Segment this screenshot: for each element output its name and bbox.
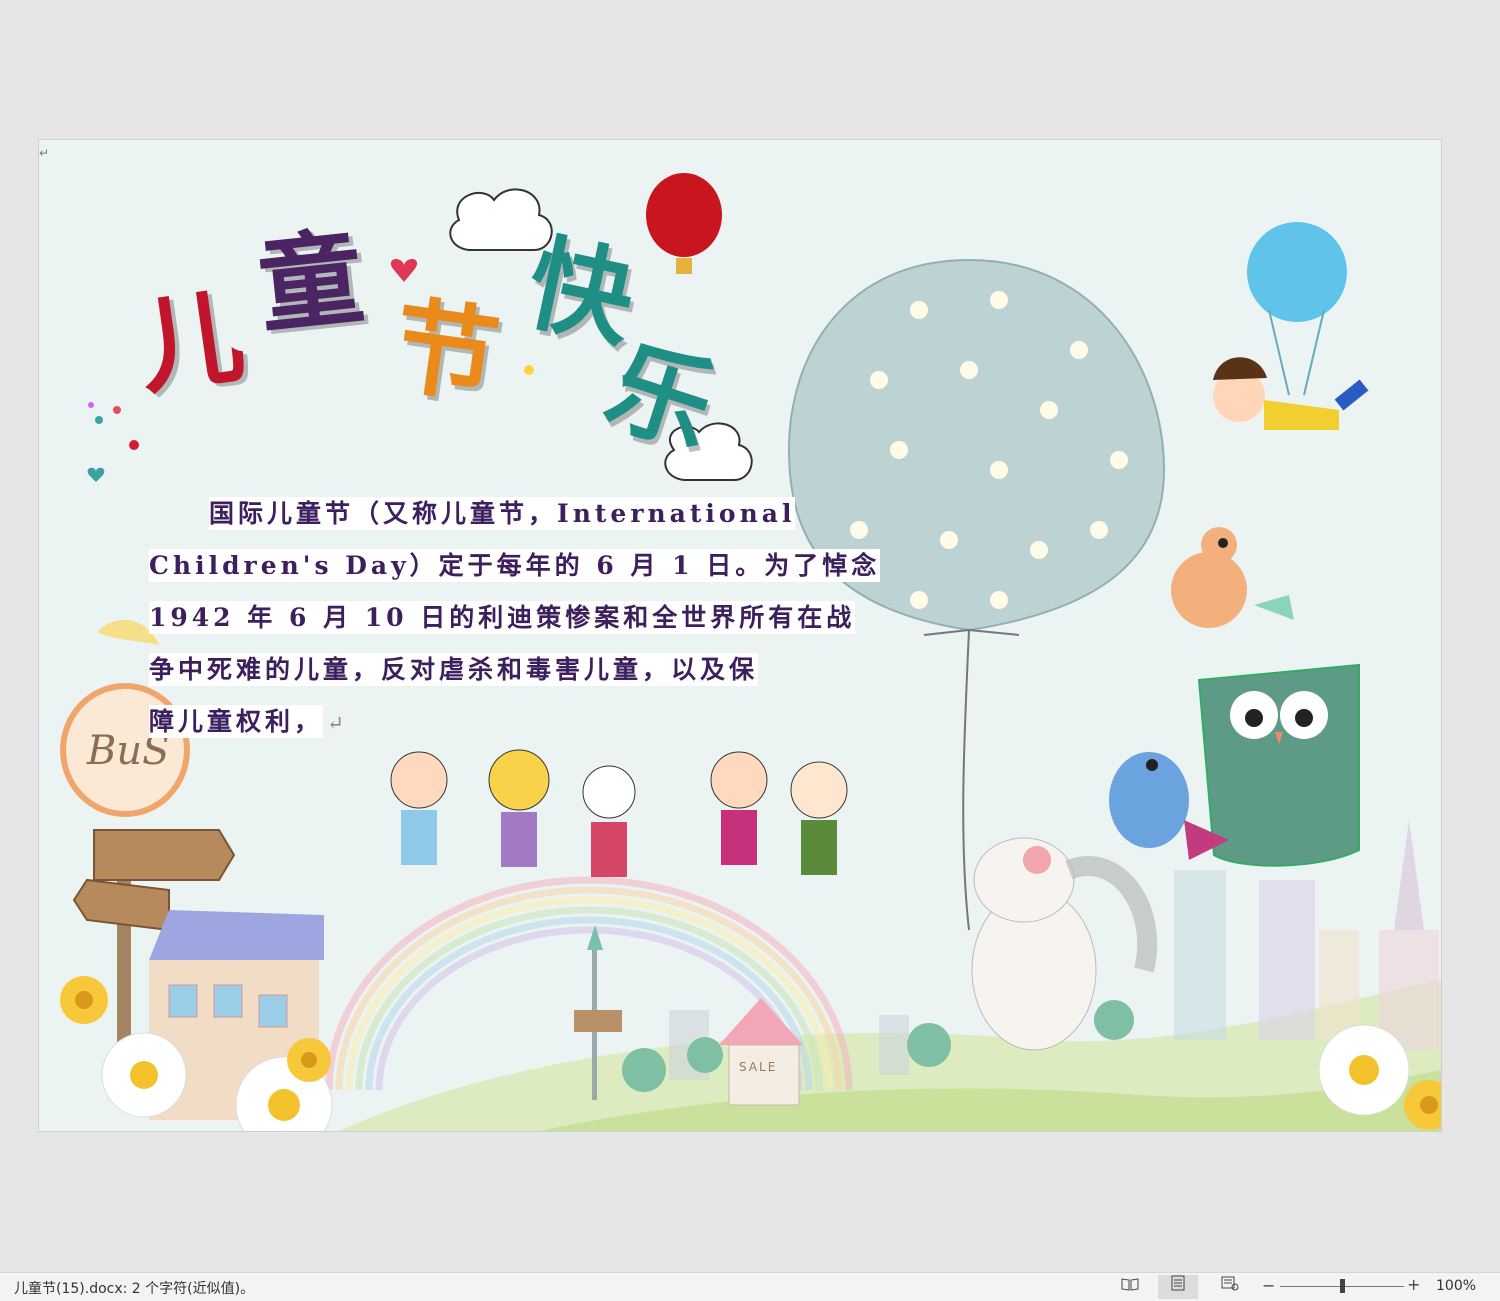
sale-sign-text: SALE: [739, 1060, 778, 1074]
status-bar: 儿童节(15).docx: 2 个字符(近似值)。 − + 100%: [0, 1272, 1500, 1301]
big-flower-balloon: [787, 258, 1166, 931]
dancing-kids: [390, 749, 848, 877]
title-char: 节: [386, 283, 507, 420]
body-line: 1942 年 6 月 10 日的利迪策惨案和全世界所有在战: [149, 601, 856, 634]
read-mode-button[interactable]: [1110, 1275, 1150, 1299]
title-char: 儿: [130, 273, 251, 410]
document-page[interactable]: ↵ BuS SALE 儿 童 节 快 乐 国际儿童节（又称儿童节，Interna…: [38, 139, 1442, 1132]
zoom-in-button[interactable]: +: [1407, 1275, 1420, 1294]
shop-house: [719, 998, 803, 1106]
page-title: 儿 童 节 快 乐: [39, 140, 799, 500]
zoom-level[interactable]: 100%: [1436, 1278, 1476, 1294]
paragraph-mark: ↵: [327, 711, 344, 735]
document-info[interactable]: 儿童节(15).docx: 2 个字符(近似值)。: [14, 1278, 254, 1298]
zoom-slider-thumb[interactable]: [1339, 1279, 1345, 1293]
orange-bird: [1171, 527, 1294, 628]
arrow-sign-right: [93, 829, 236, 881]
arrow-sign-left: [72, 878, 170, 932]
body-line: 争中死难的儿童，反对虐杀和毒害儿童，以及保: [149, 653, 759, 686]
document-workspace: ↵ BuS SALE 儿 童 节 快 乐 国际儿童节（又称儿童节，Interna…: [0, 0, 1500, 1272]
web-layout-button[interactable]: [1210, 1275, 1250, 1299]
body-line: 障儿童权利，: [149, 705, 324, 738]
owl: [1197, 663, 1360, 867]
web-layout-icon: [1221, 1276, 1239, 1291]
title-char: 童: [252, 214, 370, 349]
body-line: Children's Day）定于每年的 6 月 1 日。为了悼念: [149, 549, 881, 582]
body-paragraph[interactable]: 国际儿童节（又称儿童节，International Children's Day…: [149, 488, 881, 749]
read-mode-icon: [1121, 1278, 1139, 1291]
title-char: 快: [517, 220, 645, 363]
small-sign: [574, 1010, 622, 1032]
body-line: 国际儿童节（又称儿童节，International: [209, 497, 796, 530]
print-layout-button[interactable]: [1158, 1275, 1198, 1299]
zoom-out-button[interactable]: −: [1262, 1276, 1275, 1295]
print-layout-icon: [1171, 1275, 1185, 1291]
